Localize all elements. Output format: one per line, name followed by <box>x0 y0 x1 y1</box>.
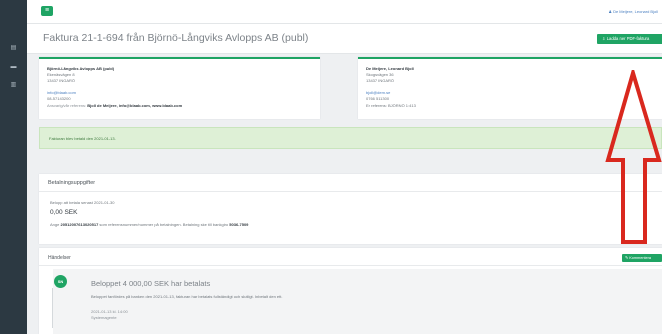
comment-icon: ✎ <box>625 256 629 260</box>
buyer-name: De Meijere, Leonard Bjoll <box>366 66 414 71</box>
bankgiro-number: 5036-7509 <box>229 222 249 227</box>
buyer-reference: Er referens: BJÖRNÖ 1:413 <box>366 103 416 108</box>
payment-heading-text: Betalningsuppgifter <box>48 180 96 186</box>
seller-reference: Ansvarig/vår referens: Bjoll de Meijere,… <box>47 103 182 108</box>
card-icon[interactable]: ▬ <box>9 63 18 70</box>
page-header: Faktura 21-1-694 från Björnö-Långviks Av… <box>27 24 662 54</box>
seller-postal: 13437 INGARÖ <box>47 78 76 83</box>
buyer-email-link[interactable]: bjoll@dem.se <box>366 90 390 95</box>
paid-alert: Fakturan blev betald den 2021-01-13. <box>39 127 662 149</box>
due-date-label: Belopp att betala senast 2021-01-30 <box>50 200 115 205</box>
sidebar: ▤ ▬ ▥ <box>0 0 27 334</box>
chart-icon[interactable]: ▥ <box>9 81 18 88</box>
user-menu-link[interactable]: ♟ De Meijere, Leonard Bjoll <box>608 9 658 14</box>
seller-address: Ekenäsvägen 8 <box>47 72 75 77</box>
timeline-line <box>52 288 53 328</box>
buyer-postal: 13437 INGARÖ <box>366 78 395 83</box>
payment-heading: Betalningsuppgifter <box>39 174 662 192</box>
event-avatar: SN <box>54 275 67 288</box>
payment-details-panel: Betalningsuppgifter Belopp att betala se… <box>39 174 662 244</box>
user-icon: ♟ <box>608 9 612 14</box>
up-arrow-annotation-icon <box>605 70 662 244</box>
ocr-prefix: Ange <box>50 222 60 227</box>
event-author: Systemagente <box>91 315 117 320</box>
download-icon: ⇩ <box>602 36 606 41</box>
event-title: Beloppet 4 000,00 SEK har betalats <box>91 279 211 288</box>
topbar: ≡ ♟ De Meijere, Leonard Bjoll <box>27 0 662 24</box>
events-heading: Händelser <box>39 248 662 266</box>
page-title: Faktura 21-1-694 från Björnö-Långviks Av… <box>43 32 309 44</box>
events-heading-text: Händelser <box>48 255 71 261</box>
ocr-instruction: Ange 20512007613020517 som referensnumme… <box>50 222 248 227</box>
amount-due: 0,00 SEK <box>50 209 78 216</box>
buyer-phone: 0766 511300 <box>366 96 390 101</box>
buyer-address: Skogsvägen 36 <box>366 72 394 77</box>
download-pdf-label: Ladda ner PDF-faktura <box>606 36 650 41</box>
seller-reference-value: Bjoll de Meijere, info@blaab.com, www.bl… <box>87 103 183 108</box>
user-name: De Meijere, Leonard Bjoll <box>613 9 658 14</box>
event-date: 2021-01-13 kl. 14:00 <box>91 309 128 314</box>
seller-phone: 08-57143200 <box>47 96 71 101</box>
bank-icon[interactable]: ▤ <box>9 44 18 51</box>
comment-button[interactable]: ✎ Kommentera <box>622 254 662 262</box>
seller-email-link[interactable]: info@blaab.com <box>47 90 76 95</box>
ocr-middle-text: som referensnummer/nummer på betalningen… <box>99 222 229 227</box>
paid-alert-text: Fakturan blev betald den 2021-01-13. <box>49 136 116 141</box>
comment-button-label: Kommentera <box>629 256 651 260</box>
seller-box: Björnö-Långviks Avlopps AB (publ) Ekenäs… <box>39 57 320 119</box>
seller-reference-label: Ansvarig/vår referens: <box>47 103 87 108</box>
menu-toggle-button[interactable]: ≡ <box>41 6 53 16</box>
ocr-number: 20512007613020517 <box>60 222 99 227</box>
download-pdf-button[interactable]: ⇩ Ladda ner PDF-faktura <box>597 34 662 44</box>
events-panel: Händelser ✎ Kommentera SN Beloppet 4 000… <box>39 248 662 334</box>
seller-name: Björnö-Långviks Avlopps AB (publ) <box>47 66 115 71</box>
event-description: Beloppet fanfördes på banken den 2021-01… <box>91 294 283 299</box>
